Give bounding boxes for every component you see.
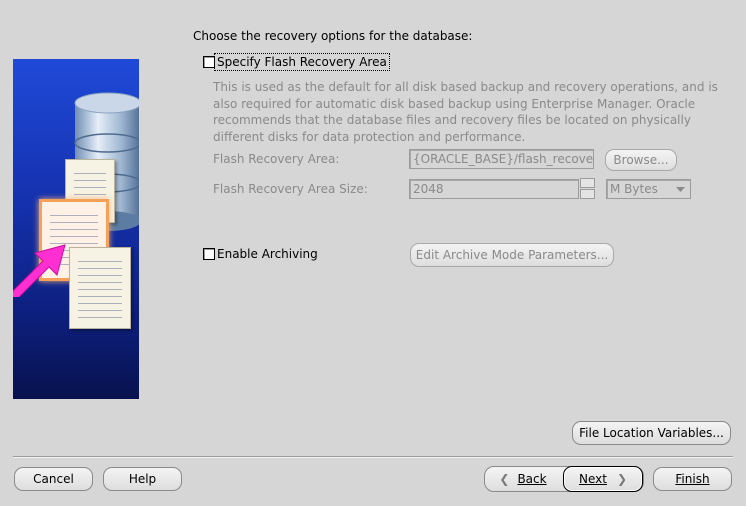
- enable-archiving-label[interactable]: Enable Archiving: [217, 247, 318, 261]
- document-icon: [69, 247, 131, 329]
- flash-recovery-description: This is used as the default for all disk…: [213, 80, 718, 144]
- flash-recovery-checkbox-label[interactable]: Specify Flash Recovery Area: [214, 53, 390, 71]
- size-unit-value: M Bytes: [610, 182, 658, 196]
- spinner-down-button[interactable]: [580, 189, 595, 199]
- browse-button[interactable]: Browse...: [605, 149, 677, 171]
- edit-archive-mode-button[interactable]: Edit Archive Mode Parameters...: [410, 243, 614, 267]
- size-spinner[interactable]: [580, 178, 595, 200]
- footer-divider: [13, 456, 733, 458]
- next-button-label: Next: [578, 472, 607, 486]
- chevron-down-icon: [676, 187, 685, 192]
- flash-recovery-area-field[interactable]: {ORACLE_BASE}/flash_recovery_: [409, 149, 594, 169]
- size-unit-select[interactable]: M Bytes: [606, 179, 691, 199]
- recovery-illustration: [13, 59, 139, 399]
- finish-button[interactable]: Finish: [653, 467, 732, 491]
- page-heading: Choose the recovery options for the data…: [193, 29, 473, 43]
- cancel-button[interactable]: Cancel: [14, 467, 93, 491]
- flash-recovery-area-label: Flash Recovery Area:: [213, 152, 340, 166]
- file-location-variables-button[interactable]: File Location Variables...: [572, 421, 731, 445]
- back-arrow-icon: ❮: [499, 472, 510, 486]
- next-arrow-icon: ❯: [616, 472, 628, 486]
- next-button[interactable]: Next ❯: [563, 466, 643, 492]
- help-button[interactable]: Help: [103, 467, 182, 491]
- back-button[interactable]: ❮ Back: [486, 467, 560, 491]
- arrow-icon: [13, 244, 66, 297]
- enable-archiving-checkbox[interactable]: [203, 248, 215, 260]
- flash-recovery-checkbox[interactable]: [203, 56, 215, 68]
- finish-button-label: Finish: [675, 472, 710, 486]
- flash-recovery-size-field[interactable]: 2048: [409, 179, 579, 199]
- spinner-up-button[interactable]: [580, 178, 595, 188]
- flash-recovery-size-label: Flash Recovery Area Size:: [213, 182, 368, 196]
- back-button-label: Back: [517, 472, 547, 486]
